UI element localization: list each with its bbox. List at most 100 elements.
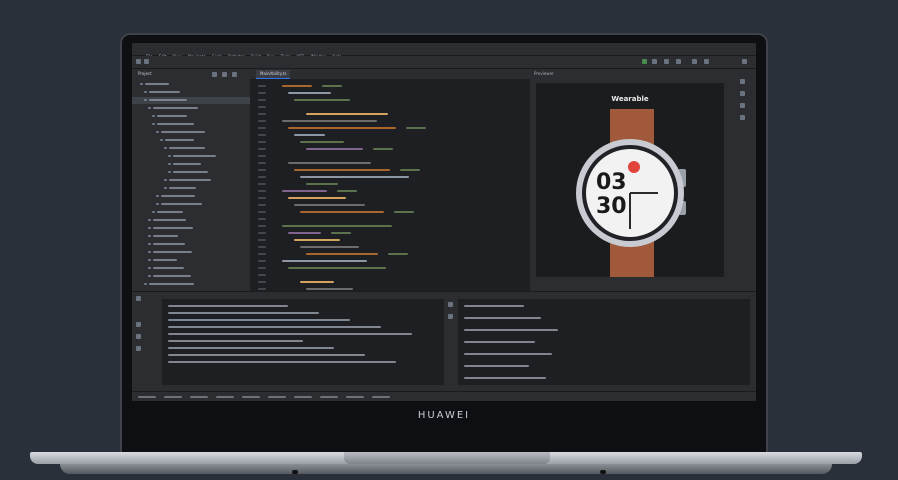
debug-icon[interactable] [652, 59, 657, 64]
log-line [464, 377, 546, 379]
tree-icon [152, 115, 155, 117]
line-number [258, 148, 266, 150]
tree-icon [168, 163, 171, 165]
filter-icon[interactable] [136, 322, 141, 327]
tree-row [153, 259, 177, 261]
tree-icon [164, 179, 167, 181]
right-toolbar [730, 69, 756, 291]
code-line [306, 253, 378, 255]
tree-icon [140, 83, 143, 85]
rotate-icon[interactable] [740, 79, 745, 84]
tree-icon [148, 267, 151, 269]
tree-icon [152, 211, 155, 213]
line-number [258, 218, 266, 220]
line-number [258, 127, 266, 129]
play-icon[interactable] [642, 59, 647, 64]
tree-row [153, 227, 193, 229]
gear-icon[interactable] [232, 72, 237, 77]
line-number [258, 260, 266, 262]
tree-icon [148, 243, 151, 245]
sync-icon[interactable] [676, 59, 681, 64]
code-line [282, 260, 367, 262]
refresh-icon[interactable] [740, 115, 745, 120]
code-line [306, 113, 388, 115]
trash-icon[interactable] [136, 346, 141, 351]
laptop-screen: FileEditViewNavigateCodeRefactorBuildRun… [132, 43, 756, 401]
code-token [394, 211, 414, 213]
code-editor[interactable] [276, 79, 526, 293]
line-number [258, 281, 266, 283]
settings-icon[interactable] [692, 59, 697, 64]
tree-icon [152, 123, 155, 125]
tree-icon [144, 99, 147, 101]
line-number [258, 162, 266, 164]
status-item [346, 396, 364, 398]
log-line [464, 341, 535, 343]
build-icon[interactable] [136, 59, 141, 64]
laptop-foot [600, 470, 606, 474]
line-number [258, 120, 266, 122]
tree-icon [148, 219, 151, 221]
tree-icon [156, 203, 159, 205]
log-line [168, 354, 365, 356]
tree-icon [164, 187, 167, 189]
code-line [282, 190, 327, 192]
status-item [190, 396, 208, 398]
stop-icon[interactable] [664, 59, 669, 64]
log-line [168, 361, 396, 363]
zoom-in-icon[interactable] [740, 91, 745, 96]
code-line [300, 176, 409, 178]
status-item [216, 396, 234, 398]
tree-icon [160, 139, 163, 141]
collapse-icon[interactable] [212, 72, 217, 77]
code-token [388, 253, 408, 255]
zoom-out-icon[interactable] [740, 103, 745, 108]
tree-row [157, 115, 187, 117]
account-icon[interactable] [742, 59, 747, 64]
log-line [168, 340, 303, 342]
search-icon[interactable] [704, 59, 709, 64]
run-icon[interactable] [144, 59, 149, 64]
tree-icon [148, 259, 151, 261]
log-line [168, 319, 350, 321]
tree-row [149, 99, 187, 101]
editor-tab-bar: MainAbility.ts [250, 69, 530, 79]
line-number [258, 246, 266, 248]
log-line [168, 305, 288, 307]
code-token [322, 85, 342, 87]
code-token [373, 148, 393, 150]
tree-icon [144, 91, 147, 93]
tree-row [153, 235, 178, 237]
line-number [258, 141, 266, 143]
code-line [294, 204, 365, 206]
close-icon[interactable] [136, 296, 141, 301]
expand-icon[interactable] [222, 72, 227, 77]
up-icon[interactable] [448, 302, 453, 307]
previewer-title: Previewer [534, 71, 554, 76]
tree-row [153, 275, 191, 277]
code-line [282, 225, 392, 227]
code-line [294, 134, 325, 136]
tree-row [153, 219, 186, 221]
tree-row [153, 251, 192, 253]
tree-row [161, 195, 195, 197]
watch-app-label: Wearable [611, 95, 649, 103]
tree-row [173, 163, 201, 165]
status-item [320, 396, 338, 398]
code-line [306, 288, 353, 290]
editor-tab[interactable]: MainAbility.ts [256, 70, 291, 79]
tree-row [169, 179, 211, 181]
code-line [300, 211, 384, 213]
scroll-icon[interactable] [136, 334, 141, 339]
log-line [168, 333, 412, 335]
tree-icon [168, 171, 171, 173]
code-line [288, 127, 396, 129]
log-line [464, 317, 541, 319]
watch-minute: 30 [596, 194, 627, 219]
code-token [406, 127, 426, 129]
log-line [464, 353, 552, 355]
code-token [400, 169, 420, 171]
down-icon[interactable] [448, 314, 453, 319]
status-item [164, 396, 182, 398]
line-number [258, 155, 266, 157]
